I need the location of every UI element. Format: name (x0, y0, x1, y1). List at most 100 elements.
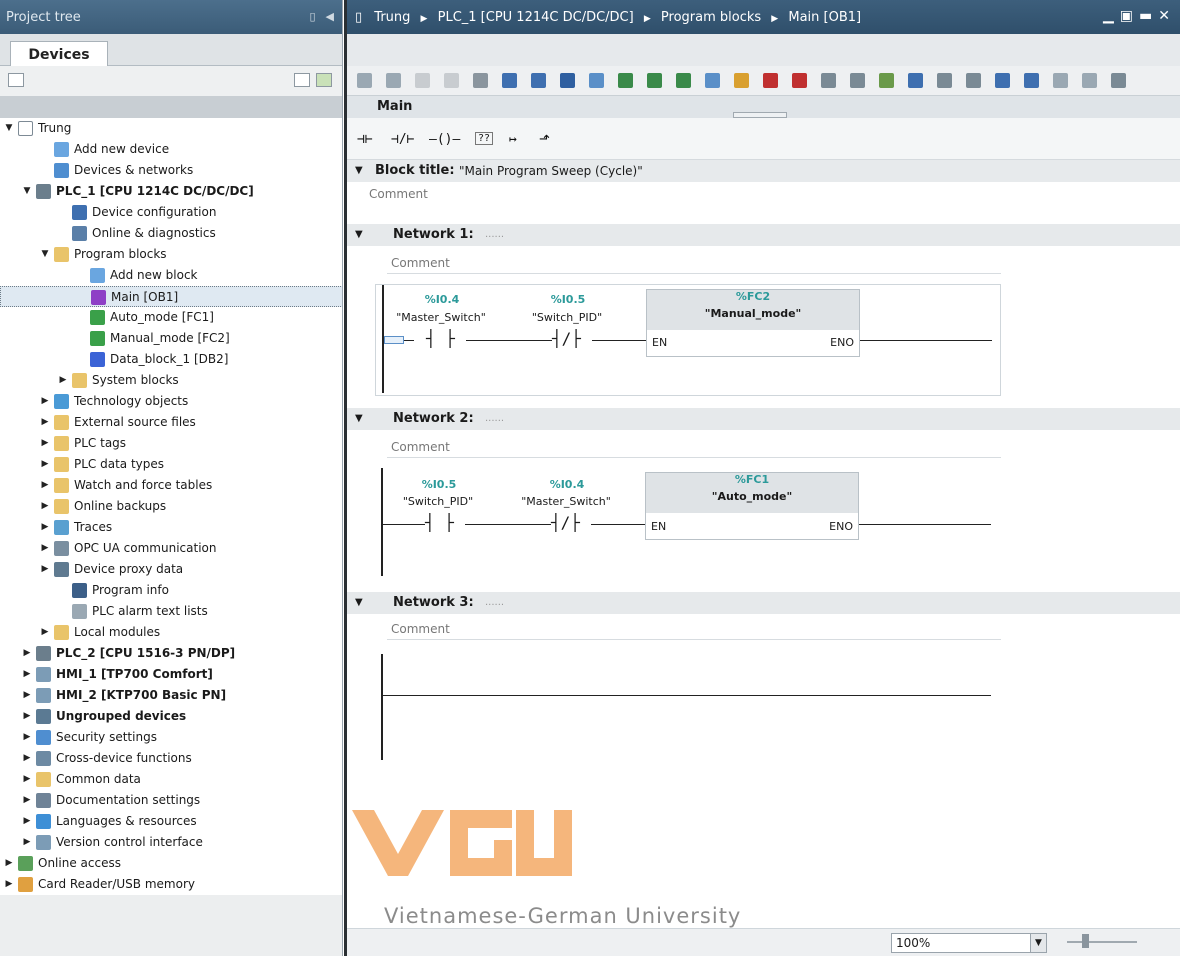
tree-item[interactable]: ▶ PLC data types (0, 454, 342, 475)
network-title-placeholder[interactable]: ...... (485, 224, 504, 246)
toolbar-button-icon[interactable] (531, 73, 546, 88)
collapse-arrow-icon[interactable]: ▼ (355, 592, 363, 614)
close-branch-icon[interactable]: ⬏ (539, 132, 550, 147)
zoom-slider[interactable] (1067, 941, 1137, 943)
collapse-arrow-icon[interactable]: ▼ (355, 160, 363, 182)
tree-item[interactable]: Online & diagnostics (0, 223, 342, 244)
contact-address[interactable]: %I0.5 (528, 293, 608, 306)
tree-item[interactable]: ▶ Ungrouped devices (0, 706, 342, 727)
contact-address[interactable]: %I0.5 (399, 478, 479, 491)
expand-arrow-icon[interactable]: ▼ (22, 181, 32, 202)
tree-item[interactable]: Add new block (0, 265, 342, 286)
collapse-arrow-icon[interactable]: ▶ (40, 475, 50, 496)
tree-item[interactable]: ▶ Security settings (0, 727, 342, 748)
tree-item[interactable]: ▶ PLC_2 [CPU 1516-3 PN/DP] (0, 643, 342, 664)
toolbar-button-icon[interactable] (357, 73, 372, 88)
tree-item[interactable]: ▶ Traces (0, 517, 342, 538)
toolbar-button-icon[interactable] (850, 73, 865, 88)
collapse-arrow-icon[interactable]: ▶ (58, 370, 68, 391)
tree-item[interactable]: ▼ Program blocks (0, 244, 342, 265)
contact-tag[interactable]: "Switch_PID" (512, 311, 622, 324)
toolbar-button-icon[interactable] (676, 73, 691, 88)
restore-icon[interactable]: ▣ (1120, 8, 1133, 24)
tree-item[interactable]: ▶ Card Reader/USB memory (0, 874, 342, 895)
tree-item[interactable]: ▼ Trung (0, 118, 342, 139)
collapse-arrow-icon[interactable]: ▶ (22, 664, 32, 685)
coil-icon[interactable]: –()– (429, 132, 460, 147)
collapse-arrow-icon[interactable]: ▶ (40, 517, 50, 538)
toolbar-button-icon[interactable] (502, 73, 517, 88)
toolbar-button-icon[interactable] (908, 73, 923, 88)
tree-item[interactable]: ▼ PLC_1 [CPU 1214C DC/DC/DC] (0, 181, 342, 202)
toolbar-button-icon[interactable] (1111, 73, 1126, 88)
no-contact[interactable]: ┤ ├ (425, 513, 454, 532)
breadcrumb-item-plc[interactable]: PLC_1 [CPU 1214C DC/DC/DC] (438, 10, 634, 25)
expand-arrow-icon[interactable]: ▼ (4, 118, 14, 139)
toolbar-button-icon[interactable] (415, 73, 430, 88)
toolbar-button-icon[interactable] (618, 73, 633, 88)
details-view-icon[interactable] (294, 73, 310, 87)
tree-item[interactable]: ▶ Documentation settings (0, 790, 342, 811)
new-item-icon[interactable] (316, 73, 332, 87)
function-block-call[interactable]: %FC2 "Manual_mode" EN ENO (646, 289, 860, 357)
block-comment[interactable]: Comment (347, 182, 1180, 206)
toolbar-button-icon[interactable] (589, 73, 604, 88)
zoom-slider-handle[interactable] (1082, 934, 1089, 948)
tree-item[interactable]: ▶ Local modules (0, 622, 342, 643)
collapse-arrow-icon[interactable]: ▶ (22, 727, 32, 748)
toolbar-button-icon[interactable] (473, 73, 488, 88)
overview-icon[interactable] (8, 73, 24, 87)
tree-item[interactable]: PLC alarm text lists (0, 601, 342, 622)
contact-tag[interactable]: "Switch_PID" (383, 495, 493, 508)
tree-item[interactable]: Main [OB1] (0, 286, 342, 307)
network-title-placeholder[interactable]: ...... (485, 592, 504, 614)
contact-address[interactable]: %I0.4 (527, 478, 607, 491)
tree-item[interactable]: Devices & networks (0, 160, 342, 181)
tree-item[interactable]: ▶ System blocks (0, 370, 342, 391)
toolbar-button-icon[interactable] (647, 73, 662, 88)
toolbar-button-icon[interactable] (386, 73, 401, 88)
toolbar-button-icon[interactable] (763, 73, 778, 88)
network-2-header[interactable]: ▼ Network 2: ...... (347, 408, 1180, 430)
tree-item[interactable]: Program info (0, 580, 342, 601)
zoom-select[interactable]: 100% ▼ (891, 933, 1047, 953)
tree-item[interactable]: Add new device (0, 139, 342, 160)
tree-item[interactable]: Data_block_1 [DB2] (0, 349, 342, 370)
toolbar-button-icon[interactable] (1082, 73, 1097, 88)
tree-item[interactable]: ▶ OPC UA communication (0, 538, 342, 559)
close-icon[interactable]: ✕ (1158, 8, 1170, 24)
empty-box-icon[interactable]: ?? (475, 132, 494, 145)
collapse-arrow-icon[interactable]: ▶ (40, 538, 50, 559)
toolbar-button-icon[interactable] (937, 73, 952, 88)
open-branch-icon[interactable]: ↦ (509, 132, 517, 147)
tree-item[interactable]: ▶ HMI_2 [KTP700 Basic PN] (0, 685, 342, 706)
toolbar-button-icon[interactable] (1024, 73, 1039, 88)
collapse-arrow-icon[interactable]: ▶ (22, 832, 32, 853)
tree-item[interactable]: ▶ Cross-device functions (0, 748, 342, 769)
network-2-rung[interactable]: %I0.5 "Switch_PID" ┤ ├ %I0.4 "Master_Swi… (375, 468, 1001, 580)
block-title-value[interactable]: "Main Program Sweep (Cycle)" (459, 160, 643, 182)
breadcrumb-item-main[interactable]: Main [OB1] (788, 10, 861, 25)
toolbar-button-icon[interactable] (966, 73, 981, 88)
tree-item[interactable]: ▶ Online backups (0, 496, 342, 517)
nc-contact[interactable]: ┤/├ (551, 513, 580, 532)
toolbar-button-icon[interactable] (995, 73, 1010, 88)
collapse-arrow-icon[interactable]: ▶ (40, 559, 50, 580)
contact-tag[interactable]: "Master_Switch" (386, 311, 496, 324)
nc-contact-icon[interactable]: ⊣/⊢ (391, 132, 414, 147)
collapse-arrow-icon[interactable]: ▶ (40, 454, 50, 475)
tree-item[interactable]: ▶ Device proxy data (0, 559, 342, 580)
toolbar-button-icon[interactable] (1053, 73, 1068, 88)
maximize-icon[interactable]: ▬ (1139, 8, 1152, 24)
collapse-arrow-icon[interactable]: ▶ (4, 853, 14, 874)
tree-item[interactable]: ▶ PLC tags (0, 433, 342, 454)
breadcrumb-item-program-blocks[interactable]: Program blocks (661, 10, 761, 25)
collapse-arrow-icon[interactable]: ▶ (22, 811, 32, 832)
network-1-rung[interactable]: %I0.4 "Master_Switch" ┤ ├ %I0.5 "Switch_… (375, 284, 1001, 396)
toolbar-button-icon[interactable] (705, 73, 720, 88)
collapse-arrow-icon[interactable]: ▶ (22, 706, 32, 727)
minimize-icon[interactable]: ▁ (1103, 8, 1114, 24)
collapse-panel-icon[interactable]: ◀ (326, 10, 334, 23)
tree-item[interactable]: ▶ Technology objects (0, 391, 342, 412)
contact-tag[interactable]: "Master_Switch" (511, 495, 621, 508)
